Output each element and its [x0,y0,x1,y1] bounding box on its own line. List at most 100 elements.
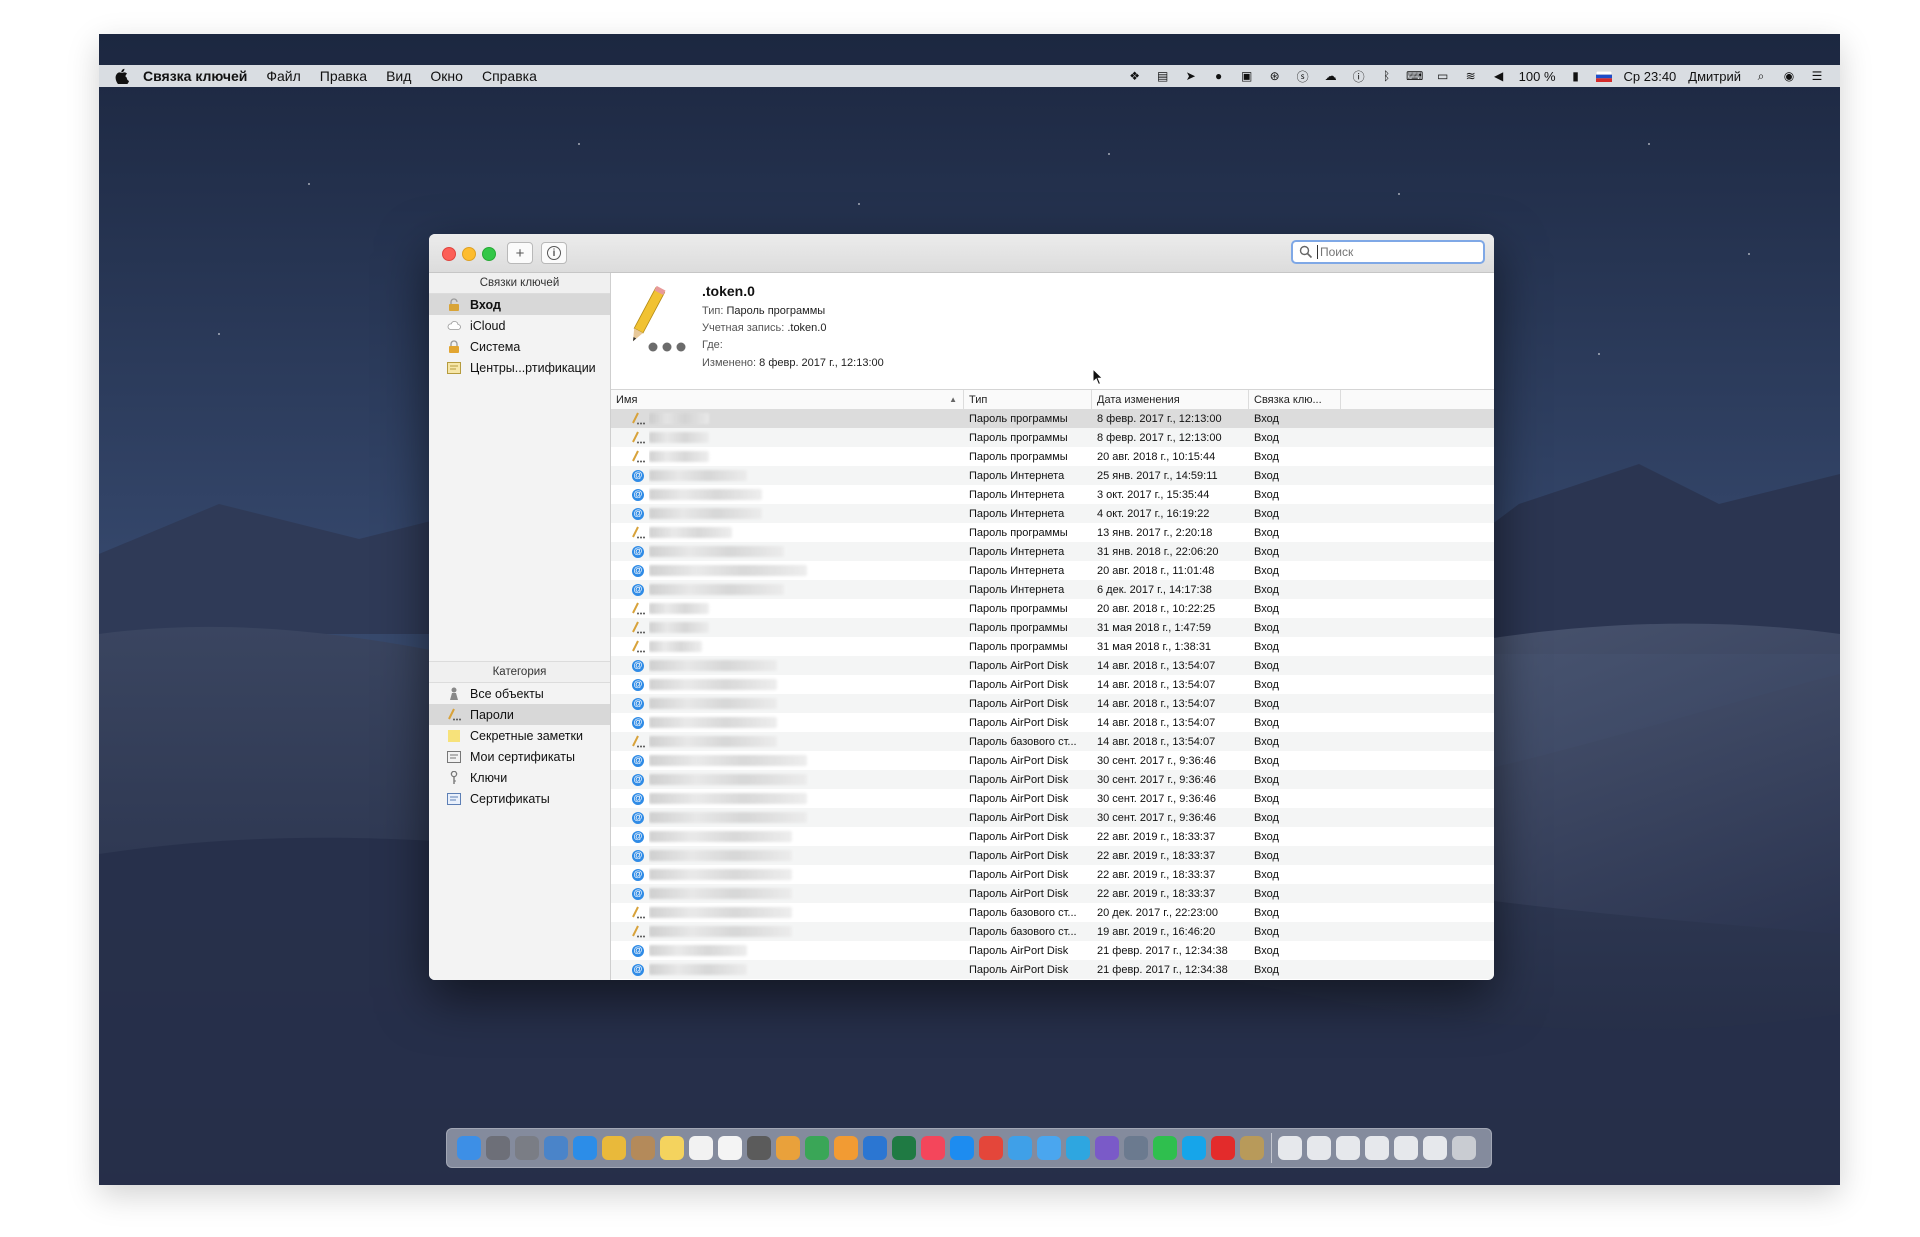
volume-icon[interactable]: ◀ [1490,69,1508,83]
telegram-icon[interactable]: ➤ [1182,69,1200,83]
table-row[interactable]: @Пароль AirPort Disk21 февр. 2017 г., 12… [611,979,1494,980]
telegram-icon[interactable] [1066,1136,1090,1160]
table-row[interactable]: Пароль программы 8 февр. 2017 г., 12:13:0… [611,428,1494,447]
table-row[interactable]: Пароль базового ст... 20 дек. 2017 г., 22… [611,903,1494,922]
safari-icon[interactable] [573,1136,597,1160]
app-store-icon[interactable] [950,1136,974,1160]
reminders-icon[interactable] [718,1136,742,1160]
launchpad-icon[interactable] [486,1136,510,1160]
category-secure-notes[interactable]: Секретные заметки [429,725,610,746]
table-row[interactable]: @ Пароль Интернета 4 окт. 2017 г., 16:19:2… [611,504,1494,523]
menu-view[interactable]: Вид [386,68,411,84]
bluetooth-icon[interactable]: ᛒ [1378,69,1396,83]
messages-icon[interactable] [1037,1136,1061,1160]
keyboard-icon[interactable]: ⌨ [1406,69,1424,83]
music-icon[interactable] [921,1136,945,1160]
whatsapp-icon[interactable] [1153,1136,1177,1160]
table-row[interactable]: @ Пароль AirPort Disk 14 авг. 2018 г., 13:… [611,675,1494,694]
shield-icon[interactable]: ● [1210,69,1228,83]
category-passwords[interactable]: Пароли [429,704,610,725]
menu-file[interactable]: Файл [266,68,300,84]
skype-icon[interactable] [1182,1136,1206,1160]
yandex-browser-icon[interactable] [1211,1136,1235,1160]
notebook-icon[interactable] [747,1136,771,1160]
column-header-name[interactable]: Имя ▲ [611,390,964,409]
category-keys[interactable]: Ключи [429,767,610,788]
column-header-date[interactable]: Дата изменения [1092,390,1249,409]
table-row[interactable]: Пароль программы 31 мая 2018 г., 1:38:31 В… [611,637,1494,656]
excel-icon[interactable] [892,1136,916,1160]
preview-icon[interactable] [544,1136,568,1160]
table-row[interactable]: @ Пароль AirPort Disk 22 авг. 2019 г., 18:… [611,827,1494,846]
table-row[interactable]: @ Пароль AirPort Disk 22 авг. 2019 г., 18:… [611,846,1494,865]
drive-icon[interactable]: ▤ [1154,69,1172,83]
table-row[interactable]: @ Пароль Интернета 6 дек. 2017 г., 14:17:3… [611,580,1494,599]
pages-icon[interactable] [834,1136,858,1160]
sync-icon[interactable]: ⊛ [1266,69,1284,83]
table-row[interactable]: @ Пароль AirPort Disk 30 сент. 2017 г., 9:… [611,751,1494,770]
table-row[interactable]: @ Пароль AirPort Disk 30 сент. 2017 г., 9:… [611,789,1494,808]
calendar-icon[interactable] [689,1136,713,1160]
table-row[interactable]: @ Пароль AirPort Disk 14 авг. 2018 г., 13:… [611,694,1494,713]
category-all-items[interactable]: Все объекты [429,683,610,704]
table-row[interactable]: @ Пароль AirPort Disk 14 авг. 2018 г., 13:… [611,713,1494,732]
keychain-access-icon[interactable] [1240,1136,1264,1160]
table-row[interactable]: Пароль базового ст... 14 авг. 2018 г., 13… [611,732,1494,751]
menu-edit[interactable]: Правка [320,68,367,84]
add-item-button[interactable]: + [507,242,533,264]
contacts-icon[interactable] [631,1136,655,1160]
spotlight-icon[interactable]: ⌕ [1752,69,1770,83]
minimize-button[interactable] [462,247,476,261]
sidebar-item-login[interactable]: Вход [429,294,610,315]
table-row[interactable]: @ Пароль AirPort Disk 14 авг. 2018 г., 13:… [611,656,1494,675]
table-row[interactable]: Пароль программы 8 февр. 2017 г., 12:13:0… [611,409,1494,428]
photos-icon[interactable] [776,1136,800,1160]
category-certificates[interactable]: Сертификаты [429,788,610,809]
user-name[interactable]: Дмитрий [1688,69,1741,84]
sidebar-item-system[interactable]: Система [429,336,610,357]
sidebar-item-icloud[interactable]: iCloud [429,315,610,336]
skype-icon[interactable]: ⓢ [1294,69,1312,84]
table-row[interactable]: Пароль программы 31 мая 2018 г., 1:47:59 В… [611,618,1494,637]
finder-icon[interactable] [457,1136,481,1160]
document-icon[interactable] [1336,1136,1360,1160]
search-input[interactable] [1317,245,1470,259]
table-row[interactable]: @Пароль AirPort Disk21 февр. 2017 г., 12… [611,960,1494,979]
table-row[interactable]: @ Пароль Интернета 25 янв. 2017 г., 14:59:… [611,466,1494,485]
clock[interactable]: Ср 23:40 [1624,69,1677,84]
airplay-icon[interactable]: ▭ [1434,69,1452,83]
table-row[interactable]: @ Пароль AirPort Disk 30 сент. 2017 г., 9:… [611,808,1494,827]
column-header-type[interactable]: Тип [964,390,1092,409]
battery-percent[interactable]: 100 % [1519,69,1556,84]
table-row[interactable]: @ Пароль Интернета 31 янв. 2018 г., 22:06:… [611,542,1494,561]
menu-window[interactable]: Окно [430,68,463,84]
table-row[interactable]: @ Пароль Интернета 20 авг. 2018 г., 11:01:… [611,561,1494,580]
table-row[interactable]: Пароль базового ст... 19 авг. 2019 г., 16… [611,922,1494,941]
battery-icon[interactable]: ▮ [1567,69,1585,83]
keynote-icon[interactable] [863,1136,887,1160]
document-icon[interactable] [1423,1136,1447,1160]
trash-icon[interactable] [1452,1136,1476,1160]
notes-icon[interactable] [660,1136,684,1160]
display-icon[interactable]: ▣ [1238,69,1256,83]
table-row[interactable]: @ Пароль Интернета 3 окт. 2017 г., 15:35:4… [611,485,1494,504]
document-icon[interactable] [1394,1136,1418,1160]
notification-center-icon[interactable]: ☰ [1808,69,1826,83]
table-row[interactable]: @ Пароль AirPort Disk 22 авг. 2019 г., 18:… [611,865,1494,884]
menu-app-name[interactable]: Связка ключей [143,68,247,84]
sidebar-item-cert-authorities[interactable]: Центры...ртификации [429,357,610,378]
dropbox-icon[interactable]: ❖ [1126,69,1144,83]
wifi-icon[interactable]: ≋ [1462,69,1480,83]
viber-icon[interactable] [1095,1136,1119,1160]
document-icon[interactable] [1307,1136,1331,1160]
table-row[interactable]: @ Пароль AirPort Disk 22 авг. 2019 г., 18:… [611,884,1494,903]
document-icon[interactable] [1365,1136,1389,1160]
flag-icon[interactable] [1595,69,1613,83]
category-my-certificates[interactable]: Мои сертификаты [429,746,610,767]
accessibility-icon[interactable]: ⓘ [1350,69,1368,84]
table-row[interactable]: @Пароль AirPort Disk21 февр. 2017 г., 12… [611,941,1494,960]
menu-help[interactable]: Справка [482,68,537,84]
table-row[interactable]: Пароль программы 13 янв. 2017 г., 2:20:18… [611,523,1494,542]
apple-menu-icon[interactable] [115,68,129,84]
cloud-icon[interactable]: ☁ [1322,69,1340,83]
